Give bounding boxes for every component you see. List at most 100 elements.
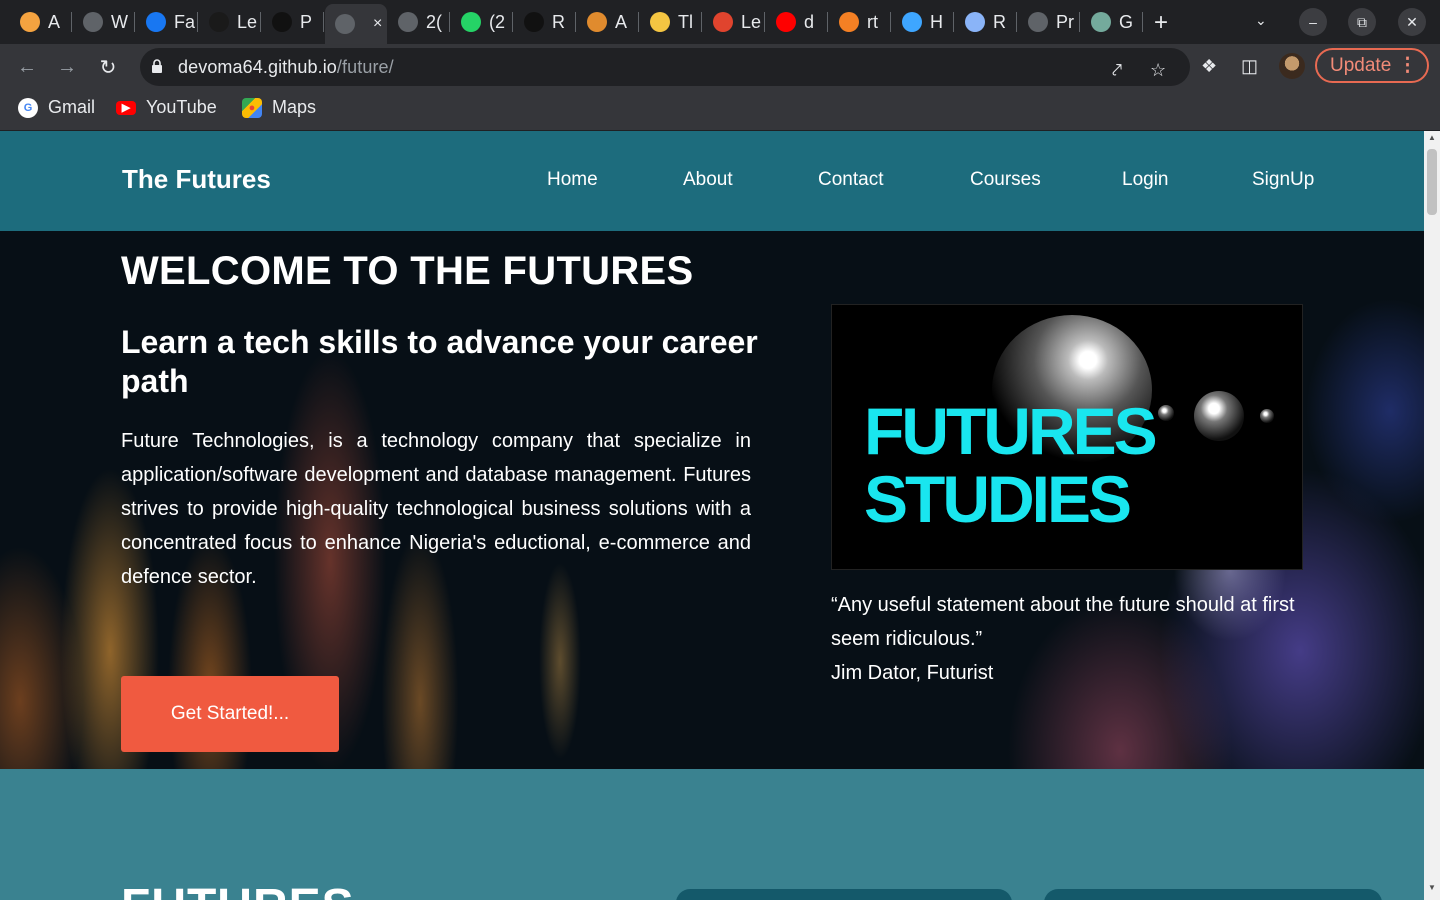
side-panel-icon[interactable]: ◫ — [1241, 56, 1258, 77]
youtube-icon: ▶ — [116, 100, 136, 115]
tab-title: A — [48, 11, 61, 32]
url-domain: devoma64.github.io — [178, 57, 337, 77]
browser-tab[interactable]: 2( — [388, 8, 450, 36]
nav-courses[interactable]: Courses — [970, 169, 1041, 191]
bubble-graphic — [1194, 391, 1244, 441]
profile-avatar[interactable] — [1279, 53, 1305, 79]
fox-icon — [587, 12, 607, 32]
browser-tab[interactable]: Tl — [640, 8, 702, 36]
browser-tab[interactable]: × — [325, 4, 387, 44]
tab-title: 2( — [426, 11, 443, 32]
note-icon — [650, 12, 670, 32]
tab-separator — [1079, 12, 1080, 32]
url-path: /future/ — [336, 57, 394, 77]
reload-icon[interactable]: ↻ — [95, 54, 121, 80]
lock-icon — [152, 59, 162, 73]
browser-tab[interactable]: (2 — [451, 8, 513, 36]
tab-title: d — [804, 11, 815, 32]
get-started-button[interactable]: Get Started!... — [121, 676, 339, 752]
dark-icon — [272, 12, 292, 32]
site-brand[interactable]: The Futures — [122, 164, 271, 195]
bookmark-maps[interactable]: ● Maps — [242, 97, 316, 118]
new-tab-button[interactable]: + — [1154, 9, 1168, 37]
tab-separator — [134, 12, 135, 32]
tab-title: Le — [237, 11, 258, 32]
address-bar[interactable]: devoma64.github.io/future/ ⤤ ☆ — [140, 48, 1190, 86]
loop-icon — [902, 12, 922, 32]
browser-tab[interactable]: A — [577, 8, 639, 36]
google-icon: G — [18, 97, 38, 118]
scroll-down-arrow-icon[interactable]: ▼ — [1428, 883, 1436, 892]
tab-title: H — [930, 11, 943, 32]
tab-title: P — [300, 11, 313, 32]
restore-button[interactable]: ⧉ — [1348, 8, 1376, 36]
browser-tab[interactable]: d — [766, 8, 828, 36]
tab-title: Pr — [1056, 11, 1074, 32]
browser-tab[interactable]: P — [262, 8, 324, 36]
bubble-graphic — [1260, 409, 1274, 423]
nav-signup[interactable]: SignUp — [1252, 169, 1314, 191]
extensions-puzzle-icon[interactable]: ❖ — [1201, 56, 1217, 77]
bookmark-youtube[interactable]: ▶ YouTube — [116, 97, 217, 118]
hero-subtitle: Learn a tech skills to advance your care… — [121, 324, 758, 399]
lower-section-title: FUTURES — [121, 879, 355, 900]
tab-separator — [764, 12, 765, 32]
browser-tab[interactable]: Le — [703, 8, 765, 36]
scroll-thumb[interactable] — [1427, 149, 1437, 215]
quote-text: “Any useful statement about the future s… — [831, 594, 1295, 650]
tab-search-chevron-icon[interactable]: ⌄ — [1255, 12, 1267, 29]
nav-login[interactable]: Login — [1122, 169, 1169, 191]
close-window-button[interactable]: ✕ — [1398, 8, 1426, 36]
browser-tab[interactable]: R — [514, 8, 576, 36]
image-caption: FUTURES STUDIES — [864, 397, 1158, 533]
tab-title: Tl — [678, 11, 693, 32]
tab-separator — [701, 12, 702, 32]
browser-tab-strip: A W Fa Le P × 2((2 R A Tl Le d rt H R Pr G + ⌄ – ⧉ ✕ — [0, 0, 1440, 44]
tab-separator — [71, 12, 72, 32]
e-icon — [524, 12, 544, 32]
share-icon[interactable]: ⤤ — [1112, 60, 1122, 81]
browser-tab[interactable]: Pr — [1018, 8, 1080, 36]
tab-title: rt — [867, 11, 878, 32]
tab-separator — [827, 12, 828, 32]
bookmark-gmail[interactable]: G Gmail — [18, 97, 95, 118]
forward-arrow-icon[interactable]: → — [54, 54, 80, 80]
browser-tab[interactable]: R — [955, 8, 1017, 36]
tab-title: G — [1119, 11, 1134, 32]
minimize-button[interactable]: – — [1299, 8, 1327, 36]
feature-card — [1044, 889, 1382, 900]
page-scrollbar[interactable]: ▲ ▼ — [1424, 131, 1440, 900]
back-arrow-icon[interactable]: ← — [14, 54, 40, 80]
globe-icon — [335, 14, 355, 34]
nav-contact[interactable]: Contact — [818, 169, 883, 191]
tab-title: Fa — [174, 11, 196, 32]
quote-author: Jim Dator, Futurist — [831, 662, 994, 684]
maps-icon: ● — [242, 97, 262, 118]
futures-studies-image: FUTURES STUDIES — [831, 304, 1303, 570]
browser-tab[interactable]: Le — [199, 8, 261, 36]
bookmark-label: Maps — [272, 97, 317, 117]
stripes-icon — [713, 12, 733, 32]
menu-dots-icon[interactable]: ⋮ — [1398, 50, 1417, 81]
browser-tab[interactable]: W — [73, 8, 135, 36]
lower-section: FUTURES — [0, 769, 1424, 900]
stack-icon — [839, 12, 859, 32]
browser-tab[interactable]: rt — [829, 8, 891, 36]
bookmark-star-icon[interactable]: ☆ — [1150, 60, 1166, 81]
update-button[interactable]: Update ⋮ — [1315, 48, 1429, 83]
tab-close-icon[interactable]: × — [373, 15, 382, 33]
scroll-up-arrow-icon[interactable]: ▲ — [1428, 133, 1436, 142]
browser-tab[interactable]: Fa — [136, 8, 198, 36]
nav-about[interactable]: About — [683, 169, 733, 191]
browser-tab[interactable]: H — [892, 8, 954, 36]
browser-tab[interactable]: A — [10, 8, 72, 36]
tab-separator — [197, 12, 198, 32]
hero-description: Future Technologies, is a technology com… — [121, 430, 751, 588]
nav-home[interactable]: Home — [547, 169, 598, 191]
browser-tab[interactable]: G — [1081, 8, 1143, 36]
monitor-icon — [965, 12, 985, 32]
tab-title: (2 — [489, 11, 506, 32]
page-viewport: The Futures Home About Contact Courses L… — [0, 131, 1424, 900]
youtube-icon — [776, 12, 796, 32]
globe-icon — [83, 12, 103, 32]
